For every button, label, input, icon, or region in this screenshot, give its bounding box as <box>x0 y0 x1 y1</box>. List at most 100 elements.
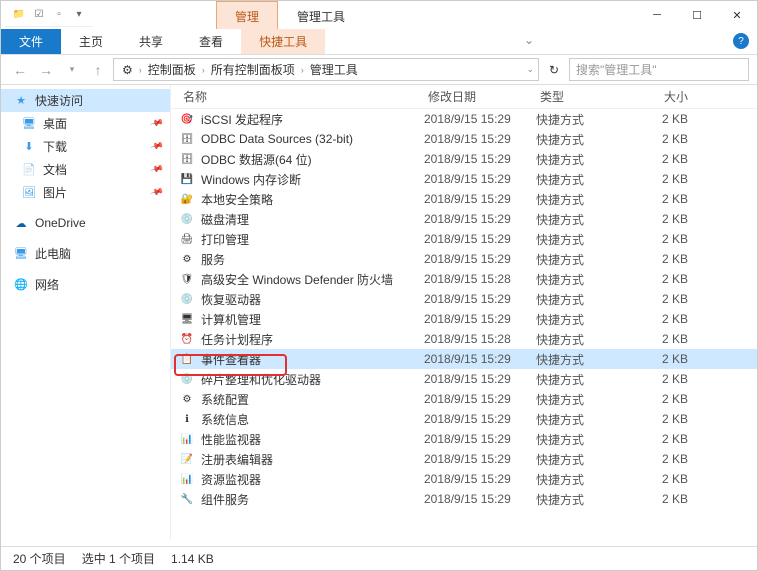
file-row[interactable]: 🗄ODBC Data Sources (32-bit)2018/9/15 15:… <box>171 129 757 149</box>
status-bar: 20 个项目 选中 1 个项目 1.14 KB <box>1 546 757 570</box>
breadcrumb-dropdown-icon[interactable]: ⌄ <box>526 64 534 75</box>
file-row[interactable]: 📋事件查看器2018/9/15 15:29快捷方式2 KB <box>171 349 757 369</box>
file-date: 2018/9/15 15:29 <box>424 172 536 186</box>
sidebar-network[interactable]: 🌐 网络 <box>1 273 170 296</box>
sidebar-item-3[interactable]: 🖼图片📌 <box>1 181 170 204</box>
file-type: 快捷方式 <box>536 331 646 348</box>
breadcrumb-seg-2[interactable]: 管理工具 <box>306 59 362 80</box>
ribbon: 文件 主页 共享 查看 快捷工具 ⌄ ? <box>1 29 757 55</box>
file-row[interactable]: 🖥计算机管理2018/9/15 15:29快捷方式2 KB <box>171 309 757 329</box>
context-tab[interactable]: 管理 <box>216 1 278 29</box>
ribbon-tab-shortcut-tools[interactable]: 快捷工具 <box>241 29 325 54</box>
pin-icon: 📌 <box>149 116 164 131</box>
col-date[interactable]: 修改日期 <box>424 85 536 108</box>
sidebar-onedrive[interactable]: ☁ OneDrive <box>1 212 170 234</box>
breadcrumb-root-icon[interactable]: ⚙ <box>118 61 137 79</box>
close-button[interactable]: ✕ <box>717 1 757 29</box>
nav-back-button[interactable]: ← <box>9 59 31 81</box>
sidebar-item-2[interactable]: 📄文档📌 <box>1 158 170 181</box>
sidebar-quick-label: 快速访问 <box>35 92 83 109</box>
file-type: 快捷方式 <box>536 431 646 448</box>
file-row[interactable]: 💾Windows 内存诊断2018/9/15 15:29快捷方式2 KB <box>171 169 757 189</box>
file-name: 任务计划程序 <box>201 331 273 348</box>
file-row[interactable]: 🔧组件服务2018/9/15 15:29快捷方式2 KB <box>171 489 757 509</box>
sidebar-quick-access[interactable]: ★ 快速访问 <box>1 89 170 112</box>
file-row[interactable]: 🎯iSCSI 发起程序2018/9/15 15:29快捷方式2 KB <box>171 109 757 129</box>
col-type[interactable]: 类型 <box>536 85 646 108</box>
file-date: 2018/9/15 15:29 <box>424 312 536 326</box>
file-name: 打印管理 <box>201 231 249 248</box>
file-row[interactable]: 💿磁盘清理2018/9/15 15:29快捷方式2 KB <box>171 209 757 229</box>
ribbon-tab-view[interactable]: 查看 <box>181 29 241 54</box>
file-date: 2018/9/15 15:29 <box>424 452 536 466</box>
refresh-button[interactable]: ↻ <box>543 59 565 81</box>
file-row[interactable]: 📊资源监视器2018/9/15 15:29快捷方式2 KB <box>171 469 757 489</box>
file-icon: 🗄 <box>179 151 195 167</box>
file-row[interactable]: 💿恢复驱动器2018/9/15 15:29快捷方式2 KB <box>171 289 757 309</box>
nav-up-button[interactable]: ↑ <box>87 59 109 81</box>
file-name: 服务 <box>201 251 225 268</box>
search-input[interactable]: 搜索"管理工具" <box>569 58 749 81</box>
file-row[interactable]: 🗄ODBC 数据源(64 位)2018/9/15 15:29快捷方式2 KB <box>171 149 757 169</box>
file-row[interactable]: ⏰任务计划程序2018/9/15 15:28快捷方式2 KB <box>171 329 757 349</box>
file-type: 快捷方式 <box>536 491 646 508</box>
file-name: 系统信息 <box>201 411 249 428</box>
file-size: 2 KB <box>646 232 706 246</box>
file-date: 2018/9/15 15:29 <box>424 412 536 426</box>
ribbon-tab-home[interactable]: 主页 <box>61 29 121 54</box>
file-icon: 📊 <box>179 431 195 447</box>
sidebar-thispc[interactable]: 🖥 此电脑 <box>1 242 170 265</box>
file-date: 2018/9/15 15:28 <box>424 272 536 286</box>
file-name: 计算机管理 <box>201 311 261 328</box>
file-size: 2 KB <box>646 172 706 186</box>
minimize-button[interactable]: ─ <box>637 1 677 29</box>
file-row[interactable]: 🔐本地安全策略2018/9/15 15:29快捷方式2 KB <box>171 189 757 209</box>
file-icon: 🔐 <box>179 191 195 207</box>
ribbon-tab-share[interactable]: 共享 <box>121 29 181 54</box>
file-icon: 📝 <box>179 451 195 467</box>
file-date: 2018/9/15 15:29 <box>424 212 536 226</box>
file-icon: 🛡 <box>179 271 195 287</box>
file-size: 2 KB <box>646 452 706 466</box>
col-name[interactable]: 名称 <box>179 85 424 108</box>
file-row[interactable]: 🖨打印管理2018/9/15 15:29快捷方式2 KB <box>171 229 757 249</box>
file-size: 2 KB <box>646 492 706 506</box>
file-icon: ⚙ <box>179 251 195 267</box>
sidebar-item-0[interactable]: 🖥桌面📌 <box>1 112 170 135</box>
file-icon: 🗄 <box>179 131 195 147</box>
file-row[interactable]: ⚙系统配置2018/9/15 15:29快捷方式2 KB <box>171 389 757 409</box>
col-size[interactable]: 大小 <box>646 85 706 108</box>
sidebar-item-icon: 🖼 <box>21 185 37 201</box>
breadcrumb-seg-1[interactable]: 所有控制面板项 <box>207 59 299 80</box>
file-row[interactable]: 💿碎片整理和优化驱动器2018/9/15 15:29快捷方式2 KB <box>171 369 757 389</box>
file-type: 快捷方式 <box>536 231 646 248</box>
breadcrumb[interactable]: ⚙› 控制面板› 所有控制面板项› 管理工具 ⌄ <box>113 58 539 81</box>
file-row[interactable]: 📊性能监视器2018/9/15 15:29快捷方式2 KB <box>171 429 757 449</box>
file-row[interactable]: ⚙服务2018/9/15 15:29快捷方式2 KB <box>171 249 757 269</box>
file-date: 2018/9/15 15:29 <box>424 492 536 506</box>
sidebar-item-1[interactable]: ⬇下载📌 <box>1 135 170 158</box>
status-count: 20 个项目 <box>13 550 66 567</box>
status-selected: 选中 1 个项目 <box>82 550 155 567</box>
window-title: 管理工具 <box>278 1 364 29</box>
nav-forward-button[interactable]: → <box>35 59 57 81</box>
file-date: 2018/9/15 15:29 <box>424 352 536 366</box>
file-date: 2018/9/15 15:29 <box>424 132 536 146</box>
nav-recent-dropdown[interactable]: ▾ <box>61 59 83 81</box>
ribbon-expand-icon[interactable]: ⌄ <box>518 29 540 54</box>
file-row[interactable]: 🛡 高级安全 Windows Defender 防火墙 2018/9/15 15:2… <box>171 269 757 289</box>
file-icon: 💾 <box>179 171 195 187</box>
help-icon[interactable]: ? <box>733 33 749 49</box>
maximize-button[interactable]: ☐ <box>677 1 717 29</box>
ribbon-file-tab[interactable]: 文件 <box>1 29 61 54</box>
file-icon: ⏰ <box>179 331 195 347</box>
sidebar-item-icon: 🖥 <box>21 116 37 132</box>
file-row[interactable]: 📝注册表编辑器2018/9/15 15:29快捷方式2 KB <box>171 449 757 469</box>
breadcrumb-seg-0[interactable]: 控制面板 <box>144 59 200 80</box>
file-name: 碎片整理和优化驱动器 <box>201 371 321 388</box>
file-date: 2018/9/15 15:29 <box>424 472 536 486</box>
file-name: 高级安全 Windows Defender 防火墙 <box>201 271 393 288</box>
pc-icon: 🖥 <box>13 246 29 262</box>
file-row[interactable]: ℹ系统信息2018/9/15 15:29快捷方式2 KB <box>171 409 757 429</box>
sidebar-item-label: 图片 <box>43 184 67 201</box>
